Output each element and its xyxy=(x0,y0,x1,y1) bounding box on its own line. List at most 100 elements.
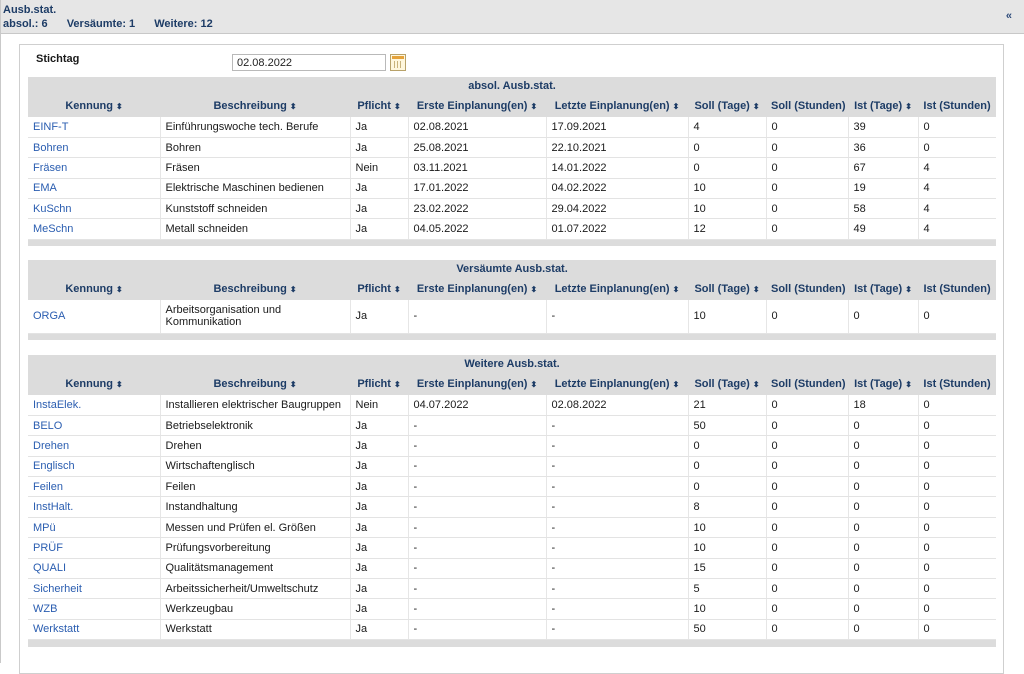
column-header[interactable]: Ist (Tage) ⬍ xyxy=(848,278,918,300)
kennung-link[interactable]: QUALI xyxy=(28,558,161,580)
column-header[interactable]: Ist (Tage) ⬍ xyxy=(848,373,918,395)
column-header: Ist (Stunden) xyxy=(918,95,997,117)
stichtag-date-input[interactable] xyxy=(232,54,386,71)
table-cell: - xyxy=(546,619,689,641)
table-row: BELO Betriebselektronik Ja - -50 0 0 0 xyxy=(28,415,997,437)
stichtag-row: Stichtag xyxy=(20,45,1003,77)
table-cell: 0 xyxy=(918,558,997,580)
column-header[interactable]: Erste Einplanung(en) ⬍ xyxy=(408,373,546,395)
column-header-label: Ist (Stunden) xyxy=(923,283,991,295)
summary-counts: absol.: 6 Versäumte: 1 Weitere: 12 xyxy=(3,18,1024,31)
column-header[interactable]: Erste Einplanung(en) ⬍ xyxy=(408,278,546,300)
kennung-link[interactable]: WZB xyxy=(28,598,161,620)
kennung-link[interactable]: InstHalt. xyxy=(28,496,161,518)
sort-icon[interactable]: ⬍ xyxy=(753,285,760,294)
ausbstat-panel: Ausb.stat. absol.: 6 Versäumte: 1 Weiter… xyxy=(0,0,1024,674)
column-header[interactable]: Kennung ⬍ xyxy=(28,95,160,117)
column-header[interactable]: Ist (Tage) ⬍ xyxy=(848,95,918,117)
sort-icon[interactable]: ⬍ xyxy=(530,285,537,294)
table-cell: Ja xyxy=(350,619,409,641)
column-header[interactable]: Pflicht ⬍ xyxy=(350,373,408,395)
kennung-link[interactable]: EMA xyxy=(28,178,161,200)
sort-icon[interactable]: ⬍ xyxy=(905,102,912,111)
kennung-link[interactable]: Sicherheit xyxy=(28,578,161,600)
kennung-link[interactable]: EINF-T xyxy=(28,117,161,138)
table-cell: 0 xyxy=(766,218,849,240)
sort-icon[interactable]: ⬍ xyxy=(394,285,401,294)
table-cell: - xyxy=(546,537,689,559)
kennung-link[interactable]: Feilen xyxy=(28,476,161,498)
table-cell: 01.07.2022 xyxy=(546,218,689,240)
sort-icon[interactable]: ⬍ xyxy=(116,380,123,389)
sort-icon[interactable]: ⬍ xyxy=(673,285,680,294)
sort-icon[interactable]: ⬍ xyxy=(530,380,537,389)
column-header[interactable]: Letzte Einplanung(en) ⬍ xyxy=(546,95,688,117)
calendar-icon[interactable] xyxy=(390,54,406,71)
kennung-link[interactable]: Drehen xyxy=(28,435,161,457)
column-header-label: Ist (Tage) xyxy=(854,100,903,112)
column-header[interactable]: Beschreibung ⬍ xyxy=(160,373,350,395)
column-header[interactable]: Erste Einplanung(en) ⬍ xyxy=(408,95,546,117)
table-cell: Ja xyxy=(350,137,409,159)
sort-icon[interactable]: ⬍ xyxy=(394,102,401,111)
column-header-label: Kennung xyxy=(65,100,113,112)
column-header-label: Kennung xyxy=(65,283,113,295)
sort-icon[interactable]: ⬍ xyxy=(905,285,912,294)
table-cell: 0 xyxy=(688,476,767,498)
table-cell: 10 xyxy=(688,517,767,539)
sort-icon[interactable]: ⬍ xyxy=(116,285,123,294)
absol-table: absol. Ausb.stat. Kennung ⬍ Beschreibung ⬍ Pf… xyxy=(28,77,997,247)
column-header[interactable]: Letzte Einplanung(en) ⬍ xyxy=(546,373,688,395)
kennung-link[interactable]: MPü xyxy=(28,517,161,539)
column-header[interactable]: Soll (Tage) ⬍ xyxy=(688,95,766,117)
sort-icon[interactable]: ⬍ xyxy=(290,380,297,389)
sort-icon[interactable]: ⬍ xyxy=(290,102,297,111)
column-header: Soll (Stunden) xyxy=(766,95,848,117)
kennung-link[interactable]: MeSchn xyxy=(28,218,161,240)
table-cell: 0 xyxy=(918,395,997,416)
table-row: MPü Messen und Prüfen el. Größen Ja - -10 0 0 0 xyxy=(28,517,997,539)
table-cell: 0 xyxy=(848,598,919,620)
kennung-link[interactable]: Werkstatt xyxy=(28,619,161,641)
sort-icon[interactable]: ⬍ xyxy=(905,380,912,389)
kennung-link[interactable]: Englisch xyxy=(28,456,161,478)
kennung-link[interactable]: BELO xyxy=(28,415,161,437)
collapse-icon[interactable]: « xyxy=(1006,10,1012,22)
column-header[interactable]: Kennung ⬍ xyxy=(28,278,160,300)
kennung-link[interactable]: Bohren xyxy=(28,137,161,159)
kennung-link[interactable]: KuSchn xyxy=(28,198,161,220)
table-cell: Arbeitsorganisation und Kommunikation xyxy=(160,300,351,334)
column-header-label: Letzte Einplanung(en) xyxy=(554,378,670,390)
sort-icon[interactable]: ⬍ xyxy=(290,285,297,294)
column-header[interactable]: Letzte Einplanung(en) ⬍ xyxy=(546,278,688,300)
sort-icon[interactable]: ⬍ xyxy=(673,380,680,389)
column-header-label: Erste Einplanung(en) xyxy=(416,378,528,390)
table-cell: - xyxy=(408,517,547,539)
column-header[interactable]: Kennung ⬍ xyxy=(28,373,160,395)
table-cell: 0 xyxy=(766,598,849,620)
kennung-link[interactable]: InstaElek. xyxy=(28,395,161,416)
table-caption-row: Versäumte Ausb.stat. xyxy=(28,260,997,278)
table-cell: 4 xyxy=(688,117,767,138)
sort-icon[interactable]: ⬍ xyxy=(394,380,401,389)
kennung-link[interactable]: ORGA xyxy=(28,300,161,334)
table-cell: 0 xyxy=(918,537,997,559)
table-cell: Ja xyxy=(350,517,409,539)
column-header[interactable]: Soll (Tage) ⬍ xyxy=(688,278,766,300)
sort-icon[interactable]: ⬍ xyxy=(116,102,123,111)
column-header[interactable]: Soll (Tage) ⬍ xyxy=(688,373,766,395)
table-row: PRÜF Prüfungsvorbereitung Ja - -10 0 0 0 xyxy=(28,537,997,559)
sort-icon[interactable]: ⬍ xyxy=(530,102,537,111)
column-header-row: Kennung ⬍ Beschreibung ⬍ Pflicht ⬍ Erste Einpl… xyxy=(28,95,997,117)
column-header[interactable]: Beschreibung ⬍ xyxy=(160,95,350,117)
sort-icon[interactable]: ⬍ xyxy=(673,102,680,111)
sort-icon[interactable]: ⬍ xyxy=(753,380,760,389)
column-header[interactable]: Beschreibung ⬍ xyxy=(160,278,350,300)
table-cell: 0 xyxy=(688,157,767,179)
kennung-link[interactable]: Fräsen xyxy=(28,157,161,179)
kennung-link[interactable]: PRÜF xyxy=(28,537,161,559)
sort-icon[interactable]: ⬍ xyxy=(753,102,760,111)
column-header[interactable]: Pflicht ⬍ xyxy=(350,278,408,300)
table-cell: 0 xyxy=(918,517,997,539)
column-header[interactable]: Pflicht ⬍ xyxy=(350,95,408,117)
